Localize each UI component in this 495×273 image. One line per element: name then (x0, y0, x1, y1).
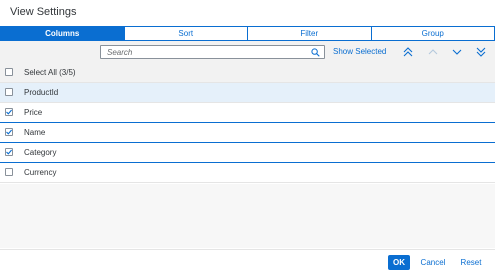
move-up-icon[interactable] (428, 47, 438, 57)
ok-button[interactable]: OK (388, 255, 410, 270)
cancel-button[interactable]: Cancel (416, 255, 450, 270)
tab-group[interactable]: Group (371, 26, 495, 41)
column-checkbox-currency[interactable] (5, 168, 13, 176)
view-settings-dialog: View Settings Columns Sort Filter Group … (0, 0, 495, 273)
column-checkbox-name[interactable] (5, 128, 13, 136)
column-label: Price (24, 108, 43, 117)
checkmark-icon (6, 149, 13, 155)
list-item[interactable]: Price (0, 103, 495, 123)
search-field[interactable] (100, 45, 325, 59)
tab-sort[interactable]: Sort (124, 26, 248, 41)
columns-toolbar: Show Selected (0, 41, 495, 63)
search-input[interactable] (101, 46, 312, 58)
list-item[interactable]: Category (0, 143, 495, 163)
tab-filter[interactable]: Filter (248, 26, 372, 41)
column-label: ProductId (24, 88, 59, 97)
column-label: Category (24, 148, 57, 157)
list-item[interactable]: ProductId (0, 83, 495, 103)
search-icon[interactable] (311, 48, 320, 57)
column-checkbox-productid[interactable] (5, 88, 13, 96)
checkmark-icon (6, 109, 13, 115)
column-checkbox-price[interactable] (5, 108, 13, 116)
select-all-label: Select All (3/5) (24, 68, 76, 77)
list-empty-area (0, 184, 495, 248)
select-all-checkbox[interactable] (5, 68, 13, 76)
select-all-row[interactable]: Select All (3/5) (0, 63, 495, 83)
checkmark-icon (6, 129, 13, 135)
tab-columns[interactable]: Columns (0, 26, 125, 41)
show-selected-button[interactable]: Show Selected (333, 47, 386, 56)
move-to-top-icon[interactable] (403, 47, 413, 57)
column-label: Name (24, 128, 46, 137)
columns-list: Select All (3/5) ProductId Price Name Ca… (0, 63, 495, 183)
list-item[interactable]: Currency (0, 163, 495, 183)
dialog-footer: OK Cancel Reset (0, 249, 495, 273)
tab-bar: Columns Sort Filter Group (0, 26, 495, 41)
list-item[interactable]: Name (0, 123, 495, 143)
move-to-bottom-icon[interactable] (476, 47, 486, 57)
reset-button[interactable]: Reset (455, 255, 487, 270)
move-down-icon[interactable] (452, 47, 462, 57)
column-checkbox-category[interactable] (5, 148, 13, 156)
dialog-title: View Settings (10, 6, 77, 18)
column-label: Currency (24, 168, 57, 177)
